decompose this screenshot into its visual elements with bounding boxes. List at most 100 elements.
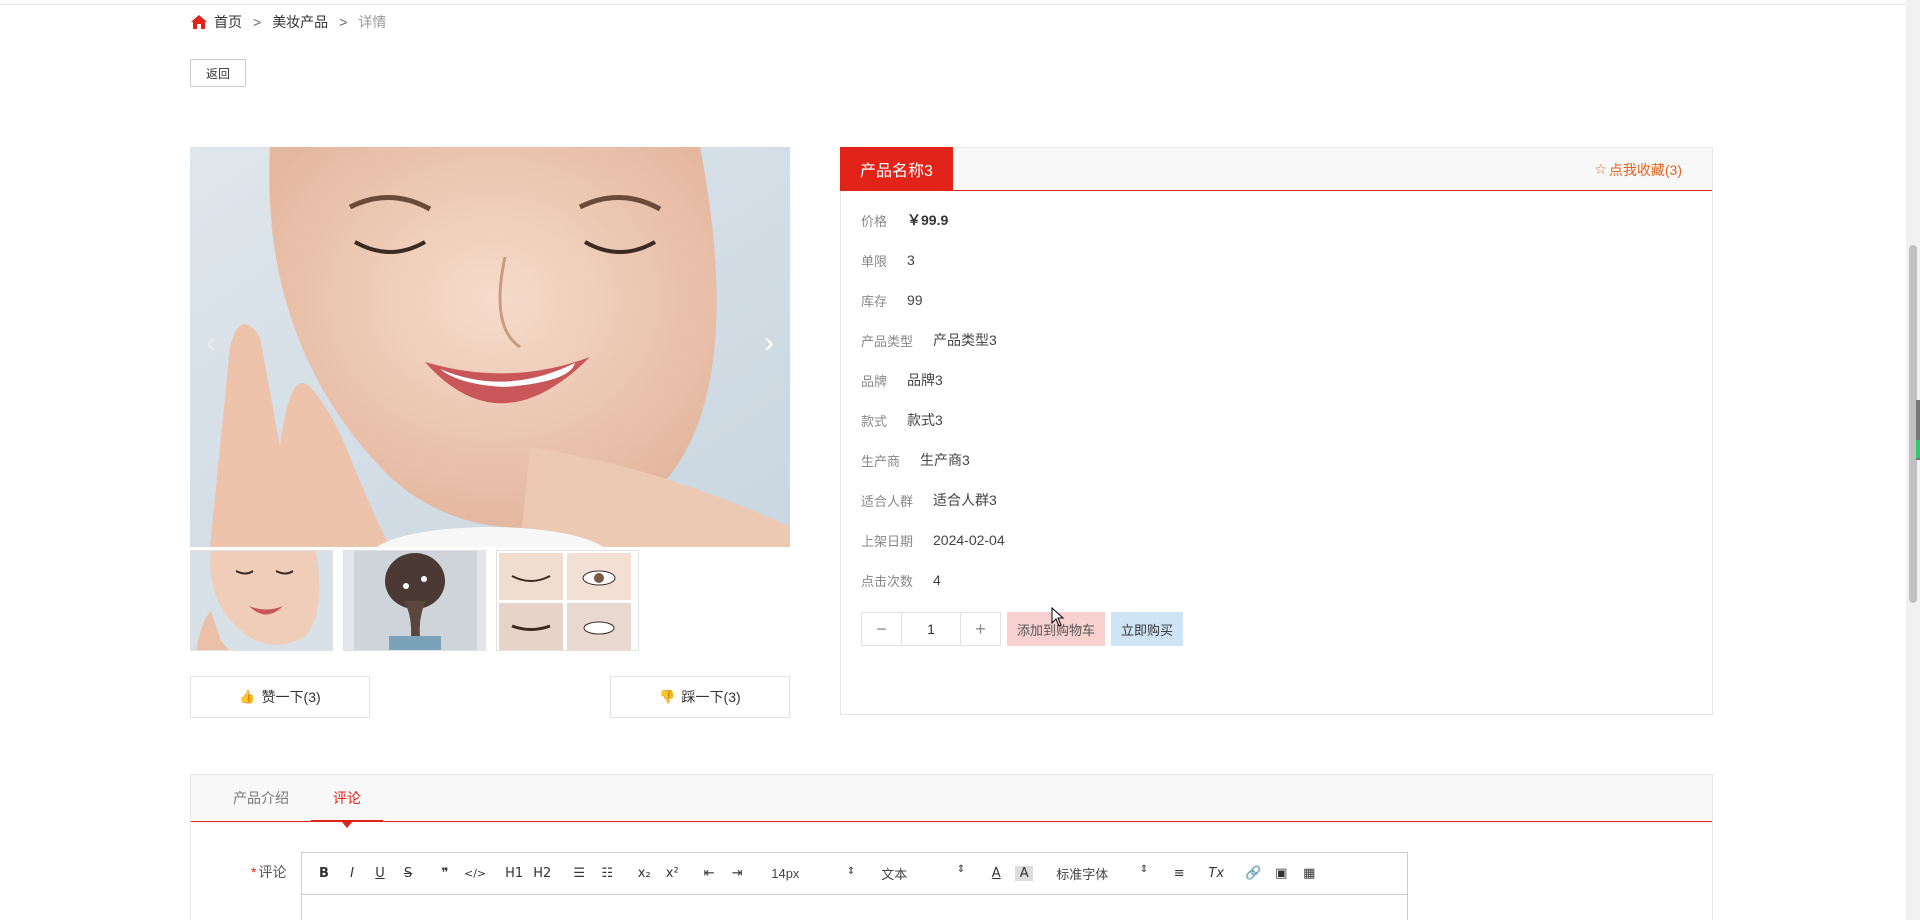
- attr-listing-date: 上架日期 2024-02-04: [861, 530, 1005, 550]
- attr-value: 4: [933, 572, 941, 588]
- quantity-increase-button[interactable]: +: [960, 613, 1000, 645]
- font-family-select[interactable]: 标准字体 ⇕: [1056, 864, 1148, 883]
- dislike-label: 踩一下(3): [681, 689, 741, 705]
- attr-label: 单限: [861, 253, 888, 269]
- like-button[interactable]: 👍 赞一下(3): [190, 676, 370, 718]
- ordered-list-icon[interactable]: ☰: [570, 866, 588, 881]
- attr-manufacturer: 生产商 生产商3: [861, 450, 970, 470]
- scrollbar-marker-green: [1916, 440, 1920, 458]
- dislike-button[interactable]: 👎 踩一下(3): [610, 676, 790, 718]
- attr-value: 产品类型3: [933, 332, 997, 348]
- attr-price: 价格 ￥99.9: [861, 210, 948, 230]
- back-button[interactable]: 返回: [190, 59, 246, 87]
- underline-button[interactable]: U: [371, 866, 389, 881]
- home-icon[interactable]: [190, 14, 208, 30]
- comment-field-label: * 评论: [251, 862, 286, 882]
- thumbs-down-icon: 👎: [659, 689, 676, 704]
- face-illustration: [190, 147, 790, 547]
- attr-label: 价格: [861, 213, 888, 229]
- attr-audience: 适合人群 适合人群3: [861, 490, 997, 510]
- italic-button[interactable]: I: [343, 866, 361, 881]
- star-icon: ☆: [1594, 161, 1607, 177]
- buy-now-button[interactable]: 立即购买: [1111, 612, 1184, 646]
- breadcrumb-home[interactable]: 首页: [214, 12, 242, 32]
- comment-label-text: 评论: [258, 864, 287, 880]
- favorite-label: 点我收藏(3): [1608, 161, 1682, 178]
- heading2-button[interactable]: H2: [533, 866, 551, 881]
- attr-label: 库存: [861, 293, 888, 309]
- attr-value: 3: [907, 252, 915, 268]
- indent-icon[interactable]: ⇥: [728, 866, 746, 881]
- quantity-decrease-button[interactable]: −: [862, 613, 902, 645]
- background-color-icon[interactable]: A: [1015, 866, 1034, 881]
- attr-value: 生产商3: [920, 452, 970, 468]
- font-size-value: 14px: [771, 866, 800, 881]
- quantity-input[interactable]: [902, 613, 960, 645]
- attr-style: 款式 款式3: [861, 410, 943, 430]
- gallery-prev-arrow[interactable]: ‹: [196, 323, 226, 363]
- text-type-value: 文本: [881, 867, 908, 882]
- breadcrumb-separator: >: [339, 14, 348, 30]
- product-name: 产品名称3: [840, 147, 953, 191]
- attr-value: ￥99.9: [907, 212, 949, 228]
- attr-label: 款式: [861, 413, 888, 429]
- bold-button[interactable]: B: [315, 866, 333, 881]
- attr-value: 适合人群3: [933, 492, 997, 508]
- superscript-button[interactable]: x²: [663, 866, 681, 881]
- bullet-list-icon[interactable]: ☷: [598, 866, 616, 881]
- thumbnail-face[interactable]: [190, 550, 333, 651]
- image-icon[interactable]: ▣: [1272, 866, 1290, 881]
- attr-clicks: 点击次数 4: [861, 570, 941, 590]
- attr-stock: 库存 99: [861, 290, 923, 310]
- page-scrollbar[interactable]: [1906, 0, 1920, 920]
- align-icon[interactable]: ≡: [1170, 866, 1188, 881]
- breadcrumb-current: 详情: [358, 14, 387, 30]
- attr-value: 品牌3: [907, 372, 943, 388]
- heading1-button[interactable]: H1: [505, 866, 523, 881]
- attr-value: 2024-02-04: [933, 532, 1005, 548]
- font-color-icon[interactable]: A: [987, 866, 1005, 881]
- subscript-button[interactable]: x₂: [635, 866, 653, 881]
- tabs-bar: 产品介绍 评论: [191, 774, 1712, 828]
- thumbnail-hair-braid[interactable]: [343, 550, 486, 651]
- detail-tabs-panel: 产品介绍 评论 * 评论 B I U S ❞ </> H1 H2 ☰ ☷ x₂ x…: [190, 774, 1713, 920]
- purchase-row: − + 添加到购物车 立即购买: [861, 612, 1184, 646]
- font-size-select[interactable]: 14px ⇕: [771, 866, 855, 881]
- quantity-stepper: − +: [861, 612, 1001, 646]
- thumbs-up-icon: 👍: [239, 689, 256, 704]
- mouse-cursor-icon: [1051, 607, 1065, 627]
- breadcrumb-category[interactable]: 美妆产品: [272, 12, 328, 32]
- top-divider: [0, 4, 1920, 5]
- attr-label: 点击次数: [861, 573, 914, 589]
- attr-label: 生产商: [861, 453, 901, 469]
- thumbnail-eyes-collage[interactable]: [496, 550, 639, 651]
- tab-comments[interactable]: 评论: [311, 774, 383, 828]
- product-info-panel: 产品名称3 ☆ 点我收藏(3) 价格 ￥99.9 单限 3 库存 99 产品类型…: [840, 147, 1713, 715]
- code-icon[interactable]: </>: [464, 867, 486, 880]
- gallery-next-arrow[interactable]: ›: [754, 323, 784, 363]
- select-arrow-icon: ⇕: [846, 866, 856, 877]
- attr-limit: 单限 3: [861, 250, 915, 270]
- select-arrow-icon: ⇕: [956, 864, 966, 875]
- clear-format-icon[interactable]: Tx: [1207, 866, 1225, 881]
- attr-label: 适合人群: [861, 493, 914, 509]
- comment-rich-text-editor[interactable]: B I U S ❞ </> H1 H2 ☰ ☷ x₂ x² ⇤ ⇥ 14px ⇕ …: [301, 852, 1408, 920]
- editor-toolbar: B I U S ❞ </> H1 H2 ☰ ☷ x₂ x² ⇤ ⇥ 14px ⇕ …: [302, 853, 1407, 895]
- quote-icon[interactable]: ❞: [436, 866, 454, 881]
- attr-type: 产品类型 产品类型3: [861, 330, 997, 350]
- outdent-icon[interactable]: ⇤: [700, 866, 718, 881]
- link-icon[interactable]: 🔗: [1244, 866, 1262, 881]
- product-info-header: 产品名称3 ☆ 点我收藏(3): [840, 147, 1712, 191]
- select-arrow-icon: ⇕: [1139, 864, 1149, 875]
- attr-label: 上架日期: [861, 533, 914, 549]
- thumbnail-strip: [190, 550, 639, 651]
- text-type-select[interactable]: 文本 ⇕: [881, 864, 965, 883]
- attr-label: 产品类型: [861, 333, 914, 349]
- tab-product-intro[interactable]: 产品介绍: [211, 774, 311, 821]
- breadcrumb: 首页 > 美妆产品 > 详情: [190, 12, 386, 32]
- favorite-link[interactable]: ☆ 点我收藏(3): [1594, 148, 1682, 191]
- strike-button[interactable]: S: [399, 866, 417, 881]
- attr-value: 款式3: [907, 412, 943, 428]
- attr-label: 品牌: [861, 373, 888, 389]
- video-icon[interactable]: ▦: [1300, 866, 1318, 881]
